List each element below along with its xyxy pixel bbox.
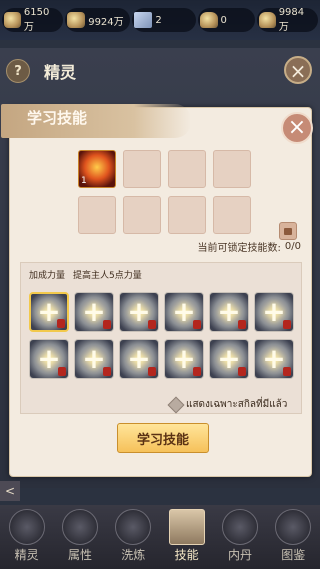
badge-icon <box>238 320 246 329</box>
skill-name: 加成力量 <box>29 271 66 281</box>
skill-item[interactable]: + <box>164 292 204 332</box>
nav-item-attribute[interactable]: 属性 <box>55 509 105 563</box>
spirit-panel-header: ? 精灵 × <box>0 52 320 90</box>
gold-ingot-icon <box>258 12 276 28</box>
skill-item[interactable]: + <box>29 339 69 379</box>
attribute-icon <box>61 509 98 545</box>
resource-value: 9984万 <box>278 7 305 33</box>
badge-icon <box>193 367 201 376</box>
resource-value: 2 <box>155 14 162 26</box>
nav-label: 属性 <box>67 548 92 562</box>
lock-count-row: 当前可锁定技能数: 0/0 <box>198 239 301 254</box>
badge-icon <box>148 367 156 376</box>
skill-icon <box>168 509 205 545</box>
learn-skill-button[interactable]: 学习技能 <box>117 423 209 453</box>
nav-label: 洗炼 <box>121 548 146 562</box>
panel-title: 精灵 <box>44 63 77 82</box>
badge-icon <box>103 367 111 376</box>
badge-icon <box>103 320 111 329</box>
skill-item[interactable]: + <box>164 339 204 379</box>
lock-icon[interactable] <box>279 222 297 240</box>
skill-description: 加成力量 提高主人5点力量 <box>29 268 142 281</box>
badge-icon <box>193 320 201 329</box>
empty-skill-slot[interactable] <box>213 150 251 188</box>
filter-label: แสดงเฉพาะสกิลที่มีแล้ว <box>186 399 288 410</box>
bottom-nav: 精灵 属性 洗炼 技能 内丹 图鉴 <box>0 505 320 569</box>
collapse-arrow-button[interactable]: < <box>0 481 20 501</box>
core-icon <box>221 509 258 545</box>
resource-bar: 6150万 9924万 2 0 9984万 <box>0 0 320 40</box>
nav-label: 精灵 <box>14 548 39 562</box>
refine-icon <box>115 509 152 545</box>
resource-gold[interactable]: 9924万 <box>65 8 131 32</box>
spirit-icon <box>8 509 45 545</box>
nav-item-codex[interactable]: 图鉴 <box>268 509 318 563</box>
nav-label: 图鉴 <box>281 548 306 562</box>
skill-item[interactable]: + <box>254 339 294 379</box>
badge-icon <box>148 320 156 329</box>
dialog-title-bar: 学习技能 <box>1 104 191 138</box>
skill-item[interactable]: + <box>74 339 114 379</box>
learn-slot-grid: 1 <box>78 150 251 234</box>
empty-skill-slot[interactable] <box>213 196 251 234</box>
resource-silver[interactable]: 6150万 <box>2 7 64 33</box>
silver-coin-icon <box>4 12 21 28</box>
lock-count-label: 当前可锁定技能数: <box>197 243 281 254</box>
nav-item-core[interactable]: 内丹 <box>215 509 265 563</box>
resource-value: 9924万 <box>88 16 124 28</box>
skill-item[interactable]: + <box>29 292 69 332</box>
skill-list-panel: 加成力量 提高主人5点力量 + + + + + + + + + + + + <box>20 262 302 414</box>
gold-coin-icon <box>67 12 86 28</box>
badge-icon <box>283 320 291 329</box>
help-button[interactable]: ? <box>6 59 30 83</box>
checkbox-icon[interactable] <box>167 396 185 413</box>
badge-icon <box>283 367 291 376</box>
badge-icon <box>57 319 65 328</box>
empty-skill-slot[interactable] <box>123 196 161 234</box>
crystal-icon <box>134 12 153 28</box>
empty-skill-slot[interactable] <box>168 196 206 234</box>
skill-grid: + + + + + + + + + + + + <box>29 292 294 379</box>
badge-icon <box>238 367 246 376</box>
empty-skill-slot[interactable] <box>123 150 161 188</box>
nav-label: 技能 <box>174 548 199 562</box>
dialog-title: 学习技能 <box>27 109 88 127</box>
resource-value: 6150万 <box>23 7 50 33</box>
ingot-icon <box>199 12 218 28</box>
empty-skill-slot[interactable] <box>78 196 116 234</box>
skill-effect: 提高主人5点力量 <box>73 271 142 281</box>
slot-count: 1 <box>81 176 87 186</box>
nav-item-spirit[interactable]: 精灵 <box>2 509 52 563</box>
codex-icon <box>275 509 312 545</box>
skill-item[interactable]: + <box>209 292 249 332</box>
learned-skill-slot[interactable]: 1 <box>78 150 116 188</box>
lock-count-value: 0/0 <box>284 241 301 252</box>
empty-skill-slot[interactable] <box>168 150 206 188</box>
badge-icon <box>58 367 66 376</box>
nav-item-skill[interactable]: 技能 <box>162 509 212 563</box>
skill-item[interactable]: + <box>119 339 159 379</box>
resource-gold-ingot[interactable]: 9984万 <box>256 7 318 33</box>
nav-label: 内丹 <box>227 548 252 562</box>
nav-item-refine[interactable]: 洗炼 <box>108 509 158 563</box>
resource-value: 0 <box>220 14 227 26</box>
panel-close-button[interactable]: × <box>284 56 312 84</box>
skill-item[interactable]: + <box>209 339 249 379</box>
skill-item[interactable]: + <box>254 292 294 332</box>
owned-filter-toggle[interactable]: แสดงเฉพาะสกิลที่มีแล้ว <box>167 396 288 413</box>
resource-crystal[interactable]: 2 <box>132 8 196 32</box>
resource-ingot[interactable]: 0 <box>197 8 255 32</box>
dialog-close-button[interactable]: × <box>281 112 313 144</box>
skill-item[interactable]: + <box>74 292 114 332</box>
learn-skill-dialog: 学习技能 × 1 当前可锁定技能数: 0/0 加成力量 提高主人5点力量 + + +… <box>1 104 313 477</box>
skill-item[interactable]: + <box>119 292 159 332</box>
